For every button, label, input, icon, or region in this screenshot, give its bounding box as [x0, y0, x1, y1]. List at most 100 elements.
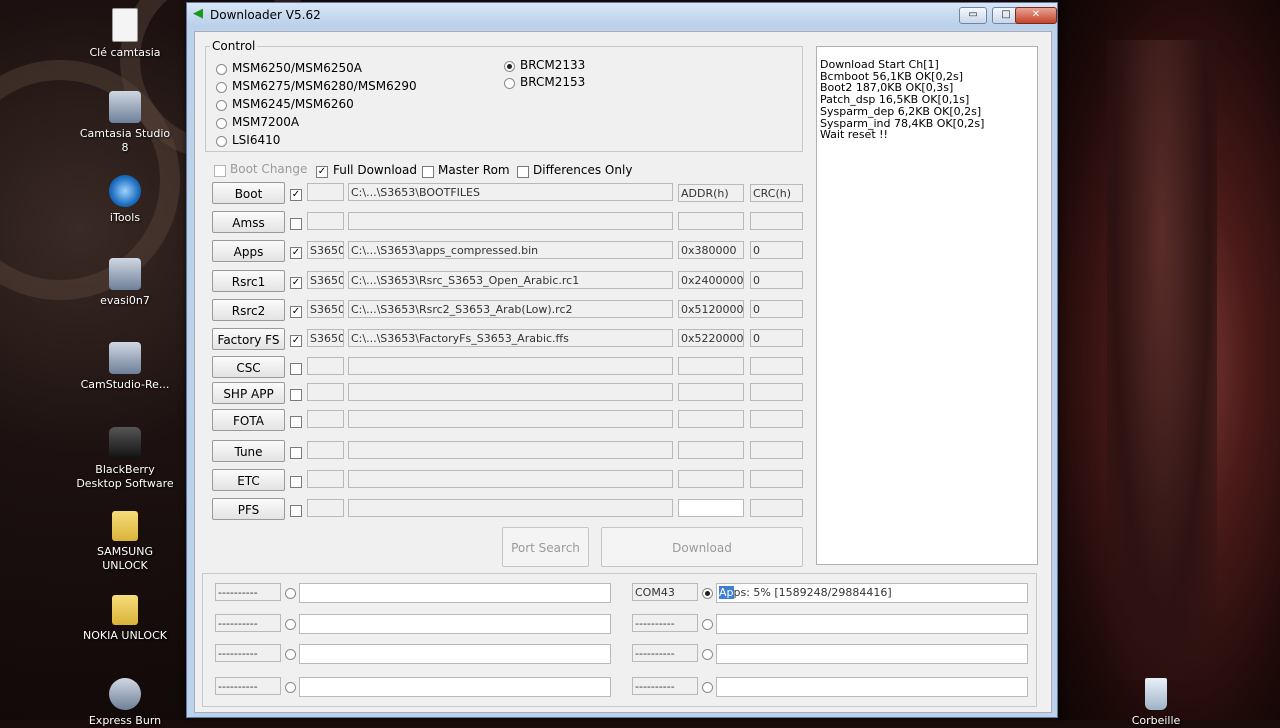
radio-msm6245[interactable] — [216, 100, 227, 111]
file-button-tune[interactable]: Tune — [212, 440, 285, 462]
close-button[interactable]: ✕ — [1015, 7, 1057, 24]
radio-msm7200a[interactable] — [216, 118, 227, 129]
desktop-icon-cle-camtasia[interactable]: Clé camtasia — [75, 8, 175, 60]
file-button-fota[interactable]: FOTA — [212, 409, 285, 431]
file-addr-field[interactable] — [678, 357, 744, 375]
desktop-icon-camstudio[interactable]: CamStudio-Re... — [75, 342, 175, 392]
file-button-pfs[interactable]: PFS — [212, 498, 285, 520]
file-crc-field[interactable] — [750, 212, 803, 230]
file-addr-field[interactable]: 0x2400000 — [678, 271, 744, 289]
file-path-field[interactable]: C:\...\S3653\Rsrc_S3653_Open_Arabic.rc1 — [348, 271, 673, 289]
file-addr-field[interactable]: 0x380000 — [678, 241, 744, 259]
download-button[interactable]: Download — [601, 527, 803, 567]
file-checkbox-rsrc2[interactable]: ✓ — [290, 306, 302, 318]
desktop-icon-itools[interactable]: iTools — [75, 175, 175, 225]
file-button-etc[interactable]: ETC — [212, 469, 285, 491]
desktop-icon-recycle-bin[interactable]: Corbeille — [1106, 678, 1206, 728]
radio-msm6250[interactable] — [216, 64, 227, 75]
file-crc-field[interactable] — [750, 441, 803, 459]
master-rom-checkbox[interactable] — [422, 166, 434, 178]
file-button-factory-fs[interactable]: Factory FS — [212, 328, 285, 350]
file-checkbox-fota[interactable] — [290, 416, 302, 428]
file-addr-field[interactable] — [678, 410, 744, 428]
file-crc-field[interactable] — [750, 499, 803, 517]
file-checkbox-factory-fs[interactable]: ✓ — [290, 335, 302, 347]
file-path-field[interactable] — [348, 470, 673, 488]
file-button-apps[interactable]: Apps — [212, 240, 285, 262]
desktop-icon-samsung-unlock[interactable]: SAMSUNG UNLOCK — [75, 511, 175, 573]
file-path-field[interactable]: C:\...\S3653\Rsrc2_S3653_Arab(Low).rc2 — [348, 300, 673, 318]
port-radio[interactable] — [702, 619, 713, 630]
file-checkbox-apps[interactable]: ✓ — [290, 247, 302, 259]
file-checkbox-rsrc1[interactable]: ✓ — [290, 277, 302, 289]
file-path-field[interactable]: C:\...\S3653\FactoryFs_S3653_Arabic.ffs — [348, 329, 673, 347]
file-checkbox-boot[interactable]: ✓ — [290, 189, 302, 201]
file-name-field[interactable] — [307, 357, 344, 375]
file-path-field[interactable]: C:\...\S3653\apps_compressed.bin — [348, 241, 673, 259]
file-crc-field[interactable] — [750, 357, 803, 375]
file-crc-field[interactable] — [750, 410, 803, 428]
file-name-field[interactable] — [307, 441, 344, 459]
radio-brcm2153[interactable] — [504, 78, 515, 89]
differences-only-checkbox[interactable] — [517, 166, 529, 178]
desktop-icon-express-burn[interactable]: Express Burn — [75, 678, 175, 728]
file-addr-field[interactable] — [678, 499, 744, 517]
file-button-amss[interactable]: Amss — [212, 211, 285, 233]
radio-lsi6410[interactable] — [216, 136, 227, 147]
file-crc-field[interactable]: 0 — [750, 300, 803, 318]
port-radio[interactable] — [285, 588, 296, 599]
file-addr-field[interactable] — [678, 383, 744, 401]
boot-change-checkbox[interactable] — [214, 165, 226, 177]
port-radio[interactable] — [285, 649, 296, 660]
file-path-field[interactable] — [348, 441, 673, 459]
port-search-button[interactable]: Port Search — [502, 527, 589, 567]
file-name-field[interactable]: S3650 — [307, 271, 344, 289]
file-button-shp-app[interactable]: SHP APP — [212, 382, 285, 404]
file-name-field[interactable] — [307, 470, 344, 488]
radio-msm6275[interactable] — [216, 82, 227, 93]
file-path-field[interactable] — [348, 383, 673, 401]
desktop-icon-blackberry[interactable]: BlackBerry Desktop Software — [75, 427, 175, 491]
file-checkbox-tune[interactable] — [290, 447, 302, 459]
file-addr-field[interactable] — [678, 470, 744, 488]
file-path-field[interactable] — [348, 357, 673, 375]
file-button-rsrc1[interactable]: Rsrc1 — [212, 270, 285, 292]
file-name-field[interactable] — [307, 383, 344, 401]
file-button-csc[interactable]: CSC — [212, 356, 285, 378]
file-checkbox-amss[interactable] — [290, 218, 302, 230]
file-path-field[interactable] — [348, 410, 673, 428]
file-name-field[interactable]: S3650 — [307, 300, 344, 318]
file-button-rsrc2[interactable]: Rsrc2 — [212, 299, 285, 321]
port-radio[interactable] — [702, 682, 713, 693]
file-checkbox-csc[interactable] — [290, 363, 302, 375]
file-crc-field[interactable] — [750, 470, 803, 488]
file-crc-field[interactable] — [750, 383, 803, 401]
file-addr-field[interactable] — [678, 212, 744, 230]
file-name-field[interactable] — [307, 212, 344, 230]
file-name-field[interactable] — [307, 499, 344, 517]
port-radio[interactable] — [702, 649, 713, 660]
minimize-button[interactable]: ▭ — [959, 7, 987, 24]
file-checkbox-pfs[interactable] — [290, 505, 302, 517]
file-name-field[interactable]: S3650 — [307, 241, 344, 259]
file-addr-field[interactable]: 0x5120000 — [678, 300, 744, 318]
full-download-checkbox[interactable]: ✓ — [316, 166, 328, 178]
file-checkbox-etc[interactable] — [290, 476, 302, 488]
radio-brcm2133[interactable] — [504, 61, 515, 72]
file-name-field[interactable] — [307, 410, 344, 428]
file-crc-field[interactable]: 0 — [750, 241, 803, 259]
file-path-field[interactable] — [348, 499, 673, 517]
file-crc-field[interactable]: 0 — [750, 329, 803, 347]
file-name-field[interactable] — [307, 183, 344, 201]
port-radio[interactable] — [285, 619, 296, 630]
file-name-field[interactable]: S3650 — [307, 329, 344, 347]
file-checkbox-shp-app[interactable] — [290, 389, 302, 401]
desktop-icon-camtasia-studio[interactable]: Camtasia Studio 8 — [75, 91, 175, 155]
file-addr-field[interactable]: 0x5220000 — [678, 329, 744, 347]
title-bar[interactable]: ◀ Downloader V5.62 ▭ □ ✕ — [187, 3, 1057, 27]
file-path-field[interactable] — [348, 212, 673, 230]
desktop-icon-evasi0n7[interactable]: evasi0n7 — [75, 258, 175, 308]
file-path-field[interactable]: C:\...\S3653\BOOTFILES — [348, 183, 673, 201]
port-radio[interactable] — [285, 682, 296, 693]
file-addr-field[interactable] — [678, 441, 744, 459]
